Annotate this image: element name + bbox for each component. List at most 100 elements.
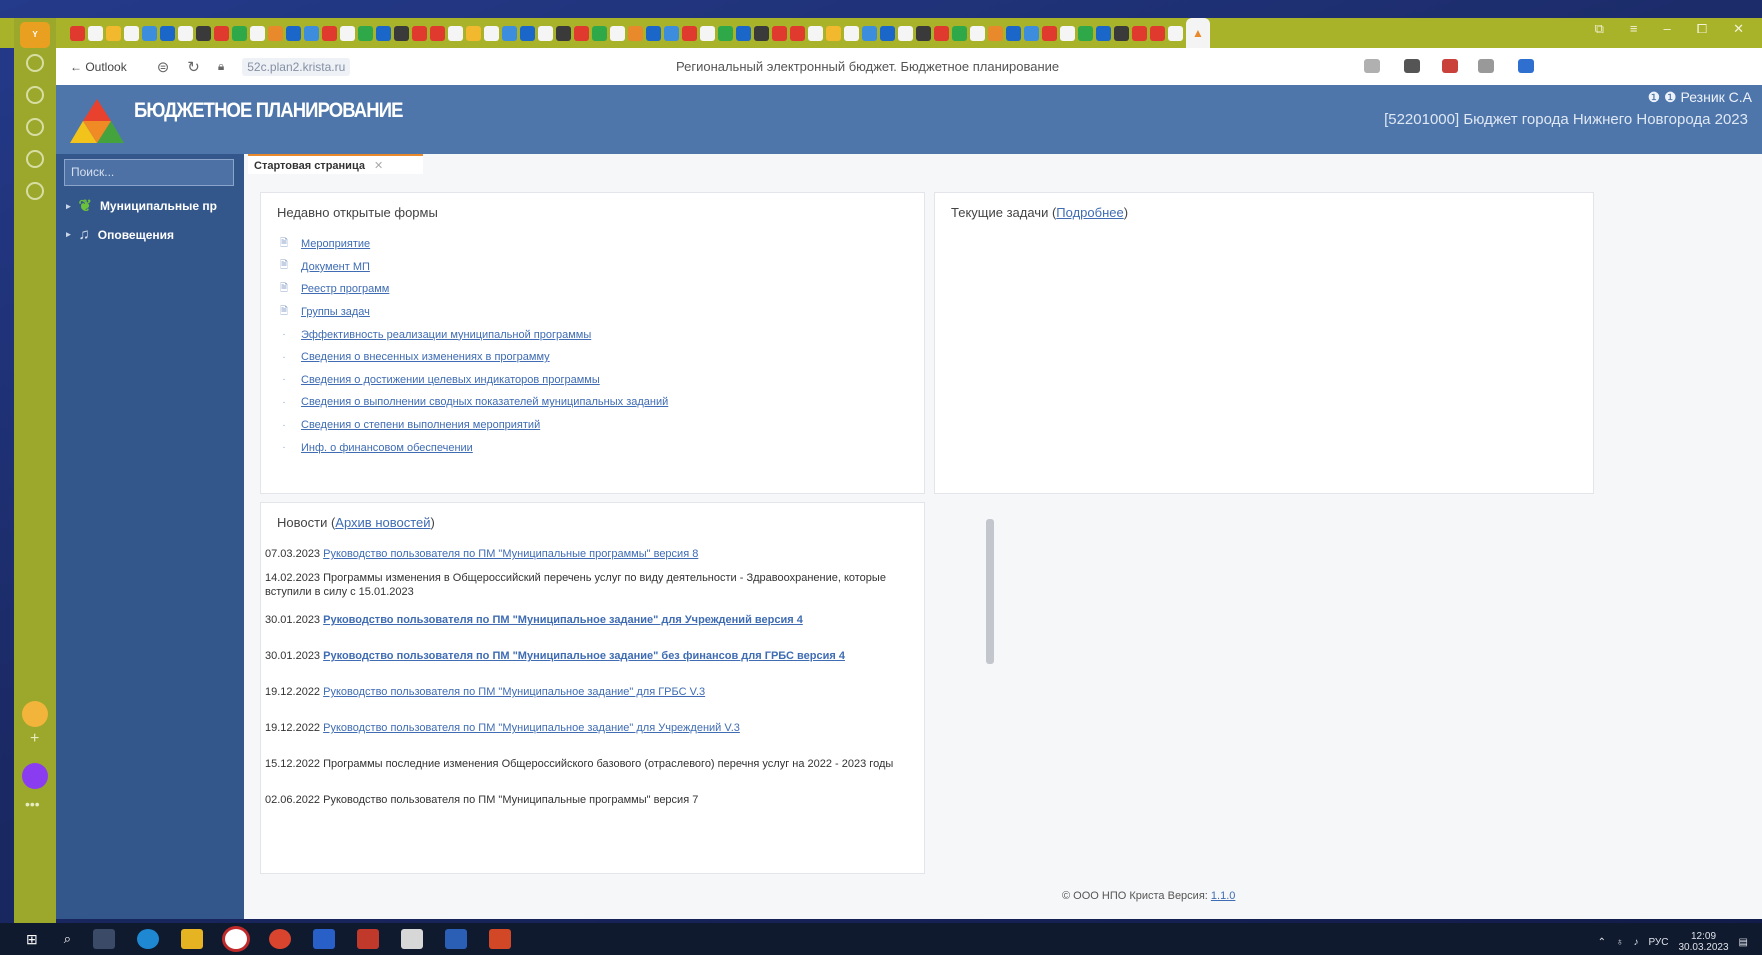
app-icon[interactable] [269, 929, 292, 949]
browser-tab-icon[interactable] [160, 25, 175, 41]
browser-tab-icon[interactable] [880, 25, 895, 41]
chevron-right-icon[interactable]: ▸ [66, 201, 71, 212]
window-control[interactable]: ≡ [1630, 21, 1638, 37]
recent-form-item[interactable]: 🗎︎ Мероприятие [277, 233, 668, 256]
browser-tab-icon[interactable] [646, 25, 661, 41]
recent-form-item[interactable]: · Сведения о внесенных изменениях в прогр… [277, 346, 668, 369]
close-tab-icon[interactable]: ✕ [374, 160, 383, 172]
recent-form-link[interactable]: Документ МП [301, 261, 370, 273]
browser-logo-icon[interactable]: Y [20, 22, 50, 48]
browser-tab-icon[interactable] [862, 25, 877, 41]
browser-tab-icon[interactable] [538, 25, 553, 41]
browser-tab-icon[interactable] [376, 25, 391, 41]
version-link[interactable]: 1.1.0 [1211, 890, 1235, 902]
browser-tab-icon[interactable] [232, 25, 247, 41]
recent-form-link[interactable]: Сведения о достижении целевых индикаторо… [301, 374, 600, 386]
recent-form-link[interactable]: Сведения о выполнении сводных показателе… [301, 396, 668, 408]
browser-tab-icon[interactable] [1042, 25, 1057, 41]
news-link[interactable]: Руководство пользователя по ПМ "Муниципа… [323, 650, 845, 662]
recent-form-item[interactable]: 🗎︎ Документ МП [277, 256, 668, 279]
browser-tab-icon[interactable] [286, 25, 301, 41]
powerpoint-icon[interactable] [489, 929, 512, 949]
chevron-right-icon[interactable]: ▸ [66, 229, 71, 240]
yandex-browser-icon[interactable] [225, 929, 248, 949]
browser-tab-icon[interactable] [466, 25, 481, 41]
browser-tab-icon[interactable] [304, 25, 319, 41]
recent-form-item[interactable]: · Сведения о степени выполнения мероприят… [277, 414, 668, 437]
browser-tab-icon[interactable] [106, 25, 121, 41]
browser-tab-icon[interactable] [340, 25, 355, 41]
close-window-button[interactable]: ✕ [1733, 21, 1744, 37]
recent-form-link[interactable]: Реестр программ [301, 283, 389, 295]
recent-form-item[interactable]: 🗎︎ Группы задач [277, 301, 668, 324]
search-input[interactable]: Поиск... [64, 159, 234, 186]
browser-tab-icon[interactable] [916, 25, 931, 41]
browser-tab-icon[interactable] [1150, 25, 1165, 41]
browser-tab-icon[interactable] [664, 25, 679, 41]
protect-icon[interactable]: ⊜ [157, 58, 170, 76]
browser-tab-icon[interactable] [178, 25, 193, 41]
search-icon[interactable]: ⌕ [64, 931, 71, 947]
browser-tab-icon[interactable] [412, 25, 427, 41]
browser-tab-icon[interactable] [934, 25, 949, 41]
browser-tab-icon[interactable] [754, 25, 769, 41]
browser-tab-icon[interactable] [826, 25, 841, 41]
recent-form-link[interactable]: Сведения о внесенных изменениях в програ… [301, 351, 550, 363]
downloads-icon[interactable] [1478, 59, 1494, 73]
bookmark-icon[interactable] [1364, 59, 1380, 73]
volume-icon[interactable]: ♪ [1633, 937, 1638, 948]
explorer-icon[interactable] [181, 929, 204, 949]
history-icon[interactable] [26, 54, 44, 72]
browser-tab-icon[interactable] [610, 25, 625, 41]
browser-tab-icon[interactable] [394, 25, 409, 41]
browser-tab-icon[interactable] [124, 25, 139, 41]
tray-language[interactable]: РУС [1648, 937, 1668, 948]
browser-tab-icon[interactable] [430, 25, 445, 41]
edge-icon[interactable] [137, 929, 160, 949]
browser-tab-icon[interactable] [736, 25, 751, 41]
chevron-up-icon[interactable]: ⌃ [1598, 937, 1606, 948]
extension-icon[interactable] [1518, 59, 1534, 73]
user-menu[interactable]: ❶ ❶ Резник С.А [1648, 89, 1752, 106]
browser-tab-icon[interactable] [970, 25, 985, 41]
browser-tab-icon[interactable] [808, 25, 823, 41]
browser-tab-icon[interactable] [484, 25, 499, 41]
start-icon[interactable]: ⊞ [26, 931, 38, 948]
reload-icon[interactable]: ↻ [187, 58, 200, 76]
browser-tab-icon[interactable] [268, 25, 283, 41]
browser-tab-icon[interactable] [1006, 25, 1021, 41]
extension-icon[interactable] [1442, 59, 1458, 73]
browser-tab-icon[interactable] [322, 25, 337, 41]
news-scrollbar[interactable] [986, 519, 994, 664]
browser-tab-icon[interactable] [1096, 25, 1111, 41]
url-field[interactable]: 52c.plan2.krista.ru [242, 57, 351, 76]
app-icon[interactable] [22, 701, 48, 727]
news-link[interactable]: Руководство пользователя по ПМ "Муниципа… [323, 614, 803, 626]
browser-tab-icon[interactable] [1024, 25, 1039, 41]
clock[interactable]: 12:09 30.03.2023 [1678, 931, 1728, 953]
browser-tab-icon[interactable] [1078, 25, 1093, 41]
recent-form-item[interactable]: · Эффективность реализации муниципальной … [277, 323, 668, 346]
browser-tab-icon[interactable] [88, 25, 103, 41]
news-link[interactable]: Руководство пользователя по ПМ "Муниципа… [323, 548, 698, 560]
browser-tab-icon[interactable] [502, 25, 517, 41]
add-icon[interactable]: + [30, 730, 39, 748]
network-icon[interactable]: ♁ [1616, 937, 1624, 948]
browser-tab-icon[interactable] [556, 25, 571, 41]
browser-tab-icon[interactable] [772, 25, 787, 41]
recent-form-link[interactable]: Эффективность реализации муниципальной п… [301, 329, 591, 341]
browser-tab-icon[interactable] [1168, 25, 1183, 41]
outlook-icon[interactable] [313, 929, 336, 949]
browser-tab-icon[interactable] [214, 25, 229, 41]
tasks-details-link[interactable]: Подробнее [1056, 205, 1123, 220]
browser-tab-icon[interactable] [1060, 25, 1075, 41]
browser-tab-icon[interactable] [448, 25, 463, 41]
task-view-icon[interactable] [93, 929, 116, 949]
window-control[interactable]: ⧠ [1697, 21, 1707, 37]
back-button[interactable]: ← Outlook [70, 60, 127, 74]
recent-form-item[interactable]: · Сведения о выполнении сводных показател… [277, 391, 668, 414]
collections-icon[interactable] [26, 86, 44, 104]
news-link[interactable]: Руководство пользователя по ПМ "Муниципа… [323, 686, 705, 698]
recent-form-link[interactable]: Мероприятие [301, 238, 370, 250]
active-browser-tab[interactable]: ▲ [1186, 18, 1210, 48]
